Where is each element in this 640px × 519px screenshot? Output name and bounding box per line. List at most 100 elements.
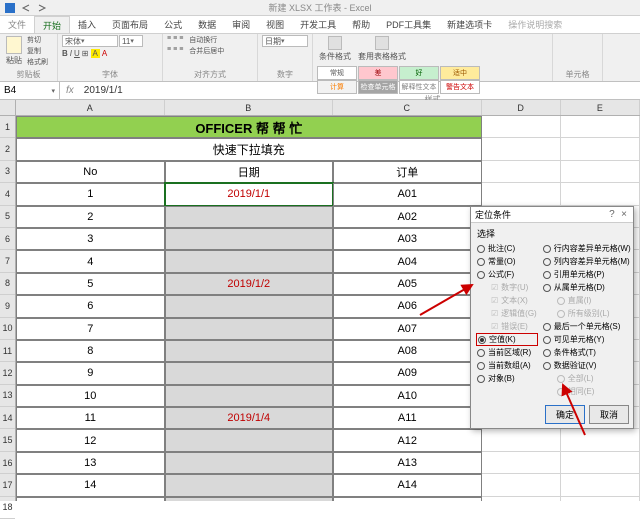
cell[interactable] [165, 362, 333, 384]
dialog-close-button[interactable]: × [619, 209, 629, 220]
cell[interactable] [561, 452, 640, 474]
cell[interactable] [482, 452, 561, 474]
table-title[interactable]: OFFICER 帮 帮 忙 [16, 116, 482, 138]
row-header-5[interactable]: 5 [0, 206, 15, 228]
cell[interactable]: 订单 [333, 161, 482, 183]
row-header-2[interactable]: 2 [0, 138, 15, 160]
cell[interactable] [561, 497, 640, 501]
radio-option[interactable]: 引用单元格(P) [543, 269, 631, 280]
row-header-11[interactable]: 11 [0, 340, 15, 362]
dialog-help-button[interactable]: ? [607, 209, 617, 220]
col-header-D[interactable]: D [482, 100, 561, 115]
radio-option[interactable]: 常量(O) [477, 256, 537, 267]
radio-option[interactable]: 可见单元格(Y) [543, 334, 631, 345]
radio-option[interactable]: 最后一个单元格(S) [543, 321, 631, 332]
undo-icon[interactable] [20, 2, 32, 14]
tab-view[interactable]: 视图 [258, 16, 292, 33]
formula-input[interactable]: 2019/1/1 [80, 85, 640, 96]
tab-home[interactable]: 开始 [34, 16, 70, 33]
style-neutral[interactable]: 适中 [440, 66, 480, 80]
cell[interactable]: A05 [333, 273, 482, 295]
col-header-C[interactable]: C [333, 100, 482, 115]
style-bad[interactable]: 差 [358, 66, 398, 80]
tab-pdf[interactable]: PDF工具集 [378, 16, 439, 33]
radio-option[interactable]: 条件格式(T) [543, 347, 631, 358]
cell[interactable]: 5 [16, 273, 165, 295]
cell[interactable]: A12 [333, 429, 482, 451]
cell[interactable] [165, 385, 333, 407]
cell[interactable]: A06 [333, 295, 482, 317]
cell[interactable]: A09 [333, 362, 482, 384]
paste-button[interactable]: 粘贴 [4, 35, 24, 67]
col-header-B[interactable]: B [165, 100, 333, 115]
style-normal[interactable]: 常规 [317, 66, 357, 80]
bold-button[interactable]: B [62, 49, 68, 58]
row-header-3[interactable]: 3 [0, 161, 15, 183]
cell[interactable] [165, 340, 333, 362]
tab-insert[interactable]: 插入 [70, 16, 104, 33]
cell[interactable]: 3 [16, 228, 165, 250]
cell[interactable]: A01 [333, 183, 482, 205]
dialog-ok-button[interactable]: 确定 [545, 405, 585, 424]
cell[interactable] [482, 138, 561, 160]
font-size-select[interactable]: 11▾ [119, 35, 143, 47]
tab-data[interactable]: 数据 [190, 16, 224, 33]
cell[interactable]: 9 [16, 362, 165, 384]
radio-option[interactable]: 从属单元格(D) [543, 282, 631, 293]
row-header-10[interactable]: 10 [0, 318, 15, 340]
cell[interactable] [561, 429, 640, 451]
col-header-E[interactable]: E [561, 100, 640, 115]
align-left-button[interactable]: ≡ [167, 46, 171, 56]
align-center-button[interactable]: ≡ [173, 46, 177, 56]
row-header-14[interactable]: 14 [0, 407, 15, 429]
row-header-15[interactable]: 15 [0, 429, 15, 451]
col-header-A[interactable]: A [16, 100, 165, 115]
radio-option[interactable]: 当前数组(A) [477, 360, 537, 371]
cell[interactable]: A08 [333, 340, 482, 362]
align-bot-button[interactable]: ≡ [179, 35, 183, 45]
cell[interactable]: 7 [16, 318, 165, 340]
cell[interactable]: A02 [333, 206, 482, 228]
fill-color-button[interactable]: A [91, 49, 100, 58]
tab-formulas[interactable]: 公式 [156, 16, 190, 33]
cut-button[interactable]: 剪切 [27, 35, 48, 45]
conditional-format-button[interactable]: 条件格式 [317, 35, 353, 63]
radio-option[interactable]: 空值(K) [477, 334, 537, 345]
cell[interactable]: 14 [16, 474, 165, 496]
save-icon[interactable] [4, 2, 16, 14]
redo-icon[interactable] [36, 2, 48, 14]
align-mid-button[interactable]: ≡ [173, 35, 177, 45]
row-header-4[interactable]: 4 [0, 183, 15, 205]
dialog-cancel-button[interactable]: 取消 [589, 405, 629, 424]
cell[interactable] [561, 474, 640, 496]
cell[interactable] [561, 161, 640, 183]
cell[interactable] [165, 474, 333, 496]
tab-newtab[interactable]: 新建选项卡 [439, 16, 500, 33]
tab-developer[interactable]: 开发工具 [292, 16, 344, 33]
row-header-13[interactable]: 13 [0, 385, 15, 407]
underline-button[interactable]: U [74, 49, 80, 58]
cell[interactable]: 12 [16, 429, 165, 451]
cell[interactable] [561, 116, 640, 138]
wrap-text-button[interactable]: 自动换行 [189, 35, 217, 45]
italic-button[interactable]: I [70, 49, 72, 58]
tab-review[interactable]: 审阅 [224, 16, 258, 33]
table-subtitle[interactable]: 快速下拉填充 [16, 138, 482, 160]
cell[interactable]: 10 [16, 385, 165, 407]
radio-option[interactable]: 批注(C) [477, 243, 537, 254]
cell[interactable] [482, 474, 561, 496]
cell[interactable]: A04 [333, 250, 482, 272]
cell[interactable] [482, 183, 561, 205]
align-right-button[interactable]: ≡ [179, 46, 183, 56]
row-header-17[interactable]: 17 [0, 474, 15, 496]
row-header-1[interactable]: 1 [0, 116, 15, 138]
font-color-button[interactable]: A [102, 49, 107, 58]
row-header-18[interactable]: 18 [0, 497, 15, 519]
select-all-corner[interactable] [0, 100, 15, 116]
cell[interactable]: No [16, 161, 165, 183]
radio-option[interactable]: 当前区域(R) [477, 347, 537, 358]
cell[interactable] [561, 183, 640, 205]
cell[interactable] [165, 250, 333, 272]
fx-icon[interactable]: fx [60, 85, 80, 96]
cell[interactable] [482, 116, 561, 138]
